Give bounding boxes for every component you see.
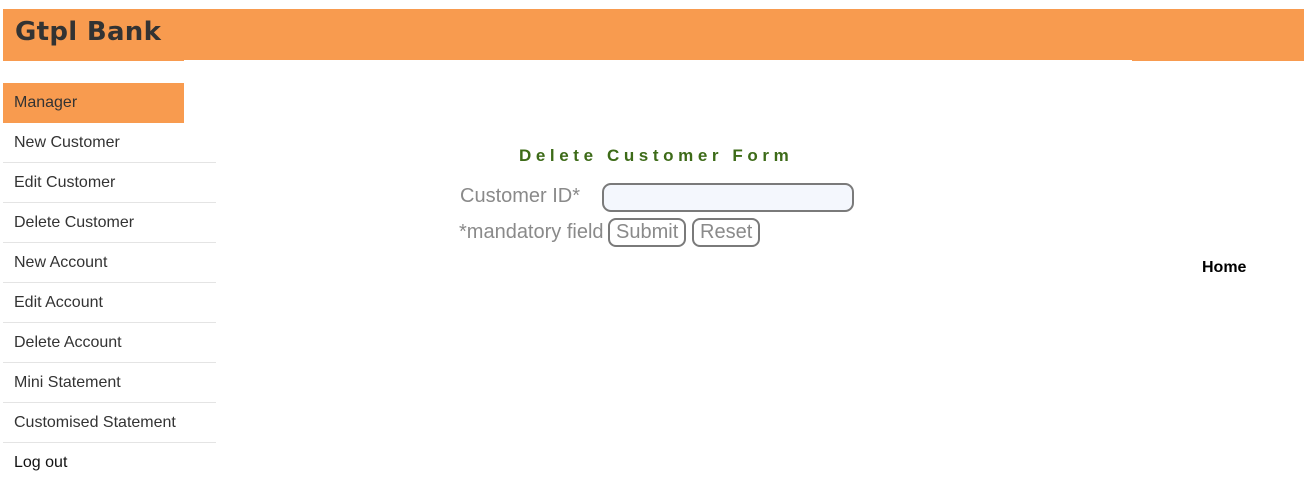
sidebar-item-customised-statement[interactable]: Customised Statement [3, 403, 216, 443]
sidebar-item-edit-customer[interactable]: Edit Customer [3, 163, 216, 203]
sidebar-item-log-out[interactable]: Log out [3, 443, 216, 483]
site-header: Gtpl Bank [3, 9, 1304, 62]
sidebar-item-manager[interactable]: Manager [3, 83, 184, 123]
home-link[interactable]: Home [1202, 259, 1246, 277]
header-divider [184, 60, 1132, 62]
reset-button[interactable]: Reset [692, 218, 760, 247]
sidebar-item-edit-account[interactable]: Edit Account [3, 283, 216, 323]
form-title: Delete Customer Form [519, 146, 794, 165]
sidebar-item-mini-statement[interactable]: Mini Statement [3, 363, 216, 403]
submit-button[interactable]: Submit [608, 218, 686, 247]
sidebar-menu: Manager New Customer Edit Customer Delet… [3, 83, 216, 483]
sidebar-item-delete-customer[interactable]: Delete Customer [3, 203, 216, 243]
customer-id-label: Customer ID* [460, 185, 581, 207]
sidebar-item-delete-account[interactable]: Delete Account [3, 323, 216, 363]
sidebar-item-new-customer[interactable]: New Customer [3, 123, 216, 163]
customer-id-input[interactable] [602, 183, 854, 212]
sidebar-item-new-account[interactable]: New Account [3, 243, 216, 283]
brand-logo-text: Gtpl Bank [15, 17, 162, 47]
mandatory-field-note: *mandatory field [459, 221, 604, 243]
